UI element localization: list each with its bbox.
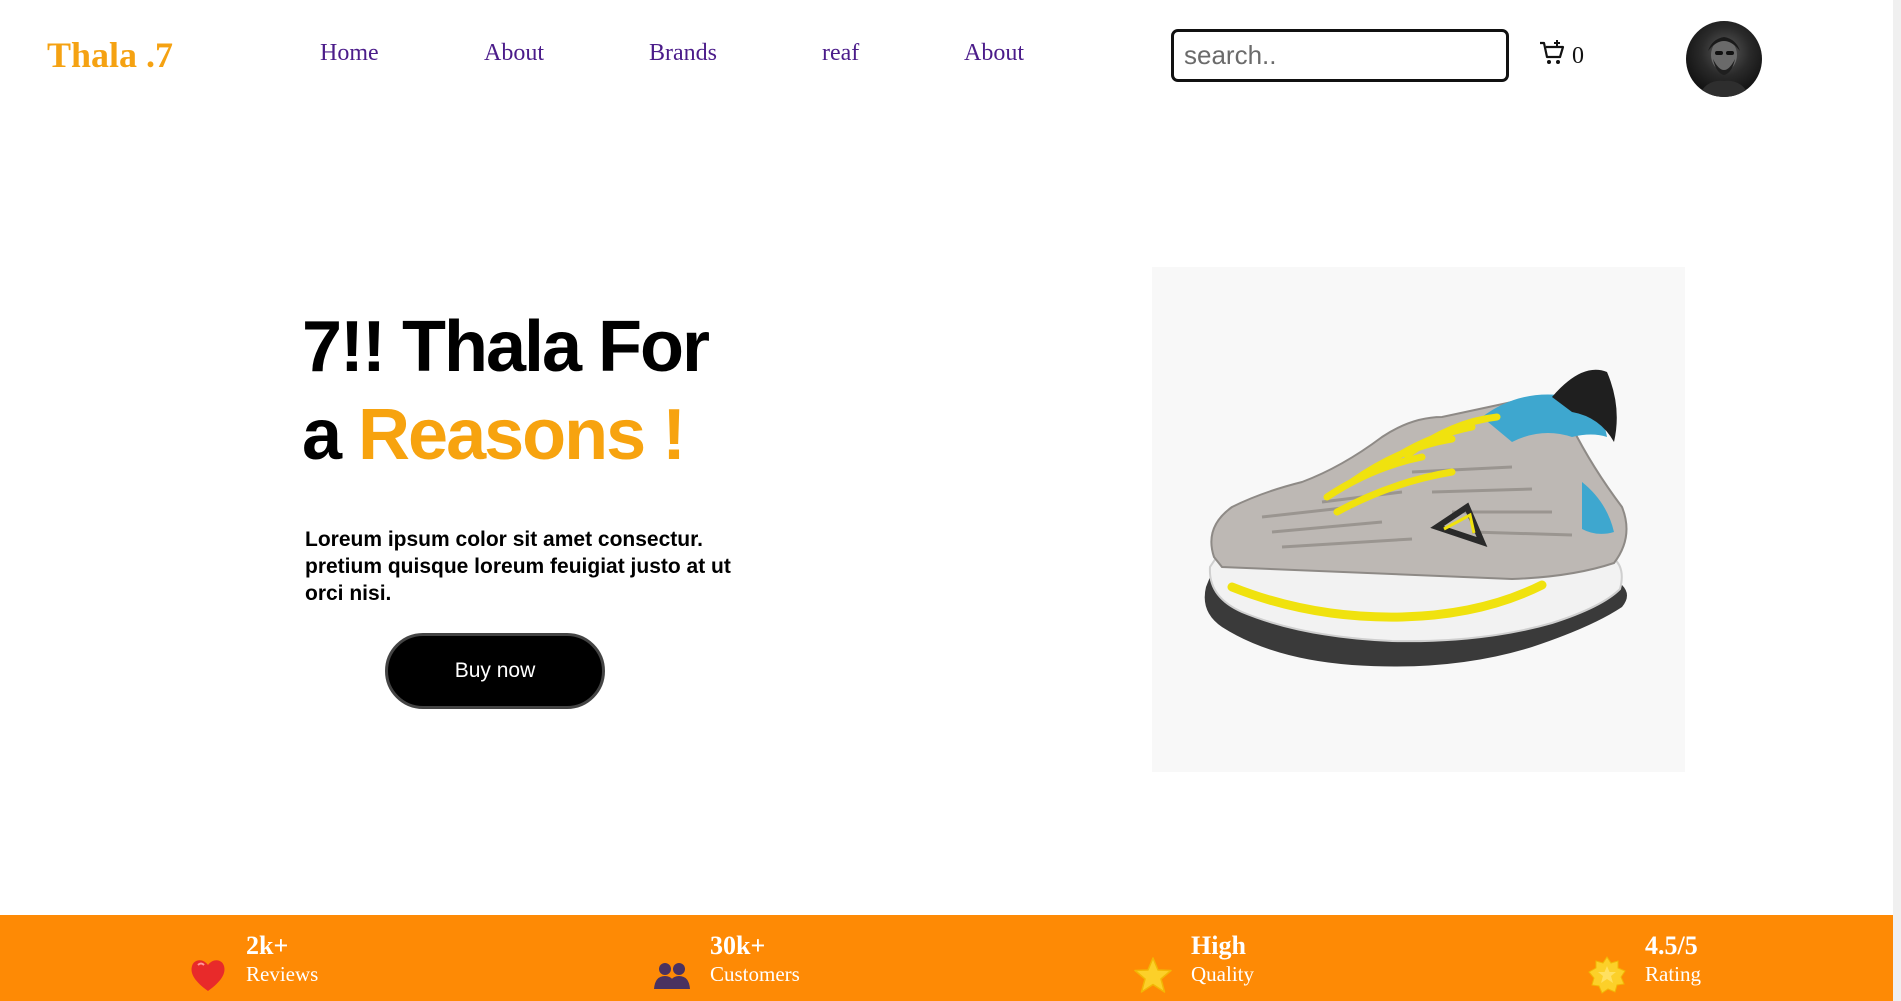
- stat-rating-value: 4.5/5: [1645, 931, 1698, 960]
- stat-reviews-label: Reviews: [246, 962, 319, 986]
- nav-brands-link[interactable]: Brands: [649, 40, 717, 67]
- hero-title-line2: a: [302, 395, 359, 475]
- product-image: [1152, 267, 1685, 772]
- buy-now-button[interactable]: Buy now: [385, 633, 605, 709]
- search-input[interactable]: [1171, 29, 1509, 82]
- page-scrollbar[interactable]: [1893, 0, 1901, 1001]
- people-icon: [654, 963, 690, 989]
- cart-button[interactable]: 0: [1538, 38, 1584, 69]
- nav-reaf-link[interactable]: reaf: [822, 40, 859, 67]
- nav-home-link[interactable]: Home: [320, 40, 379, 67]
- hero-title-line1: 7!! Thala For: [302, 307, 710, 387]
- hero-description: Loreum ipsum color sit amet consectur. p…: [305, 528, 731, 605]
- avatar-photo: [1698, 37, 1750, 97]
- user-avatar[interactable]: [1686, 21, 1762, 97]
- navbar: Thala .7 Home About Brands reaf About 0: [0, 0, 1893, 110]
- nav-about-link[interactable]: About: [484, 40, 544, 67]
- stat-customers-value: 30k+: [710, 931, 766, 960]
- heart-icon: [191, 960, 225, 991]
- badge-star-icon: [1588, 956, 1626, 994]
- nav-about-link-2[interactable]: About: [964, 40, 1024, 67]
- logo[interactable]: Thala .7: [47, 34, 173, 76]
- hero-title: 7!! Thala For a Reasons !: [302, 303, 710, 479]
- stats-bar: 2k+ Reviews 30k+ Customers High Quality: [0, 915, 1893, 1001]
- stat-rating: 4.5/5 Rating: [1587, 931, 1701, 995]
- stat-customers: 30k+ Customers: [652, 931, 800, 995]
- hero-title-accent: Reasons !: [358, 395, 686, 475]
- stat-customers-label: Customers: [710, 962, 800, 986]
- stat-quality-value: High: [1191, 931, 1246, 960]
- running-shoe-illustration: [1204, 369, 1628, 667]
- stat-quality-label: Quality: [1191, 962, 1254, 986]
- star-icon: [1134, 957, 1172, 993]
- stat-reviews-value: 2k+: [246, 931, 289, 960]
- cart-plus-icon: [1540, 40, 1565, 64]
- stat-quality: High Quality: [1133, 931, 1254, 995]
- cart-count: 0: [1572, 42, 1584, 69]
- stat-rating-label: Rating: [1645, 962, 1701, 986]
- stat-reviews: 2k+ Reviews: [188, 931, 318, 995]
